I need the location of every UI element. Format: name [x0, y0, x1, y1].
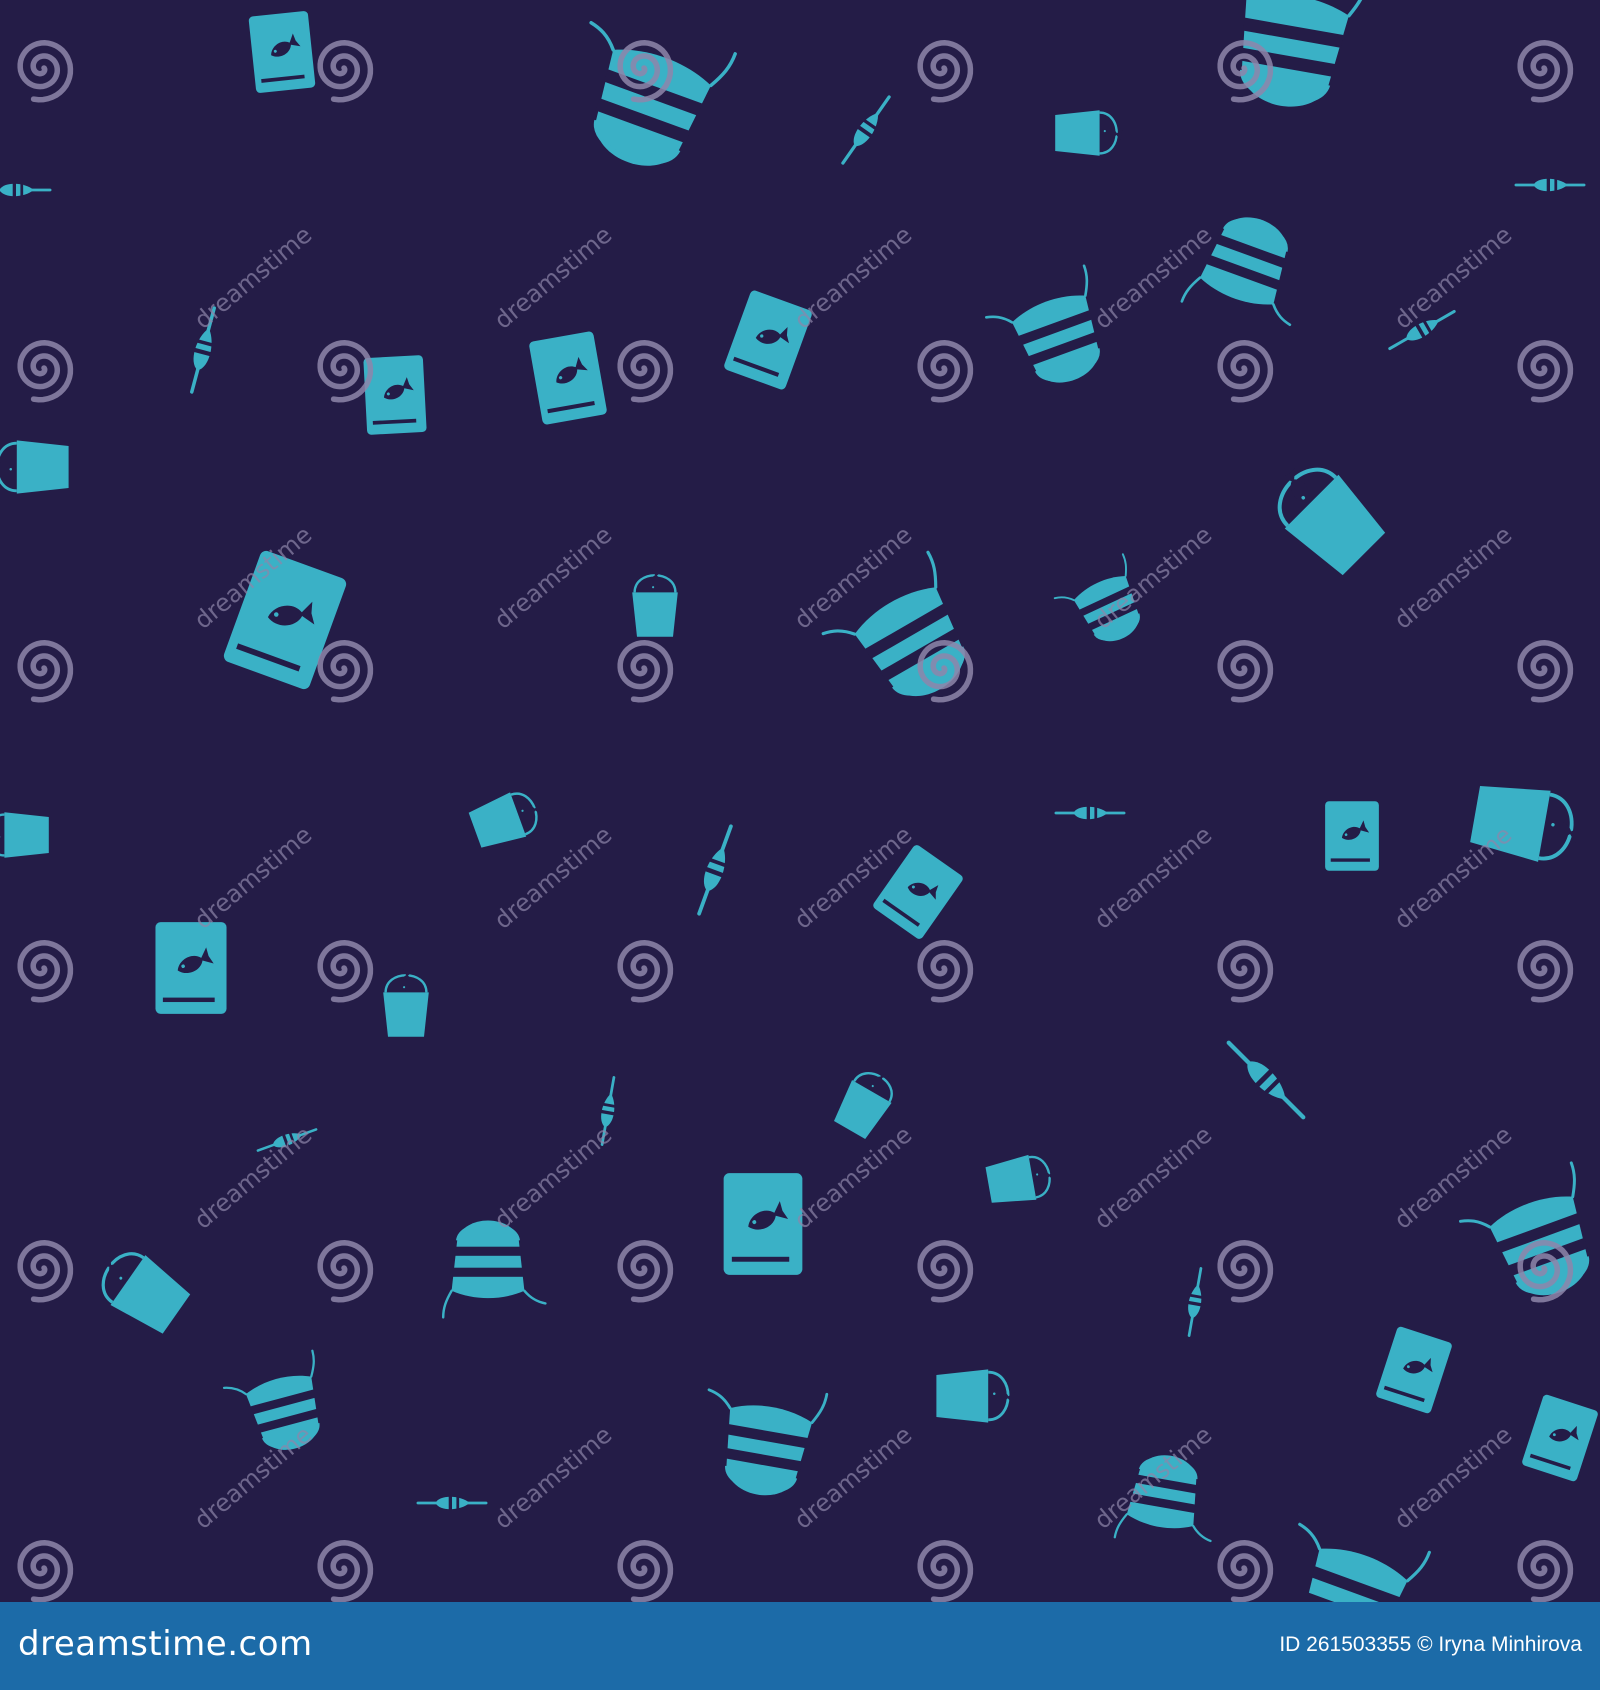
watermark-text: dreamstime	[489, 520, 617, 634]
watermark-text: dreamstime	[189, 1120, 317, 1234]
fish-card-icon	[1376, 1326, 1452, 1414]
watermark-text: dreamstime	[1389, 520, 1517, 634]
watermark-text: dreamstime	[1089, 220, 1217, 334]
fish-card-icon	[248, 11, 316, 93]
watermark-spiral-icon	[317, 1240, 374, 1303]
watermark-spiral-icon	[1217, 1240, 1274, 1303]
fish-bucket-icon	[936, 1369, 1016, 1423]
watermark-text: dreamstime	[789, 1420, 917, 1534]
watermark-spiral-icon	[617, 340, 674, 403]
watermark-spiral-icon	[617, 640, 674, 703]
watermark-spiral-icon	[1517, 940, 1574, 1003]
watermark-text: dreamstime	[489, 1420, 617, 1534]
watermark-spiral-icon	[17, 940, 74, 1003]
watermark-text: dreamstime	[1089, 1120, 1217, 1234]
watermark-spiral-icon	[17, 640, 74, 703]
fish-bucket-icon	[0, 440, 69, 494]
watermark-spiral-icon	[317, 340, 374, 403]
watermark-spiral-icon	[317, 1540, 374, 1602]
fishing-float-icon	[1226, 1040, 1306, 1120]
watermark-text: dreamstime	[1389, 820, 1517, 934]
fish-bucket-icon	[985, 1154, 1055, 1203]
watermark-spiral-icon	[617, 1540, 674, 1602]
watermark-text: dreamstime	[789, 1120, 917, 1234]
fishing-float-icon	[1514, 177, 1586, 193]
watermark-text: dreamstime	[189, 1420, 317, 1534]
fishing-float-icon	[0, 182, 52, 198]
watermark-text: dreamstime	[489, 220, 617, 334]
watermark-text: dreamstime	[189, 220, 317, 334]
fish-card-icon	[529, 331, 607, 425]
fishing-float-icon	[1054, 805, 1126, 821]
watermark-spiral-icon	[917, 940, 974, 1003]
fishing-float-icon	[841, 95, 891, 165]
watermark-spiral-icon	[1517, 640, 1574, 703]
stock-image-page: dreamstime dreamstime dreamstime dreamstime…	[0, 0, 1600, 1690]
fish-bucket-icon	[383, 969, 429, 1037]
watermark-spiral-icon	[317, 40, 374, 103]
image-id: ID 261503355	[1279, 1633, 1412, 1656]
watermark-spiral-icon	[917, 1240, 974, 1303]
fishing-float-icon	[697, 824, 733, 916]
landing-net-icon	[1180, 217, 1292, 327]
watermark-spiral-icon	[1517, 40, 1574, 103]
fish-bucket-icon	[100, 1252, 191, 1334]
watermark-spiral-icon	[617, 940, 674, 1003]
watermark-spiral-icon	[17, 340, 74, 403]
watermark-text: dreamstime	[1089, 520, 1217, 634]
fish-bucket-icon	[1055, 110, 1123, 156]
watermark-spiral-icon	[617, 1240, 674, 1303]
footer-logo[interactable]: dreamstime.com	[18, 1624, 313, 1664]
watermark-text: dreamstime	[1389, 1120, 1517, 1234]
landing-net-icon	[1218, 0, 1370, 107]
fish-card-icon	[723, 1173, 803, 1275]
fish-bucket-icon	[1277, 467, 1386, 576]
footer-credits: ID 261503355 © Iryna Minhirova	[1279, 1633, 1582, 1657]
landing-net-icon	[984, 264, 1100, 383]
watermark-spiral-icon	[17, 1540, 74, 1602]
fish-card-icon	[1522, 1394, 1598, 1482]
watermark-spiral-icon	[1217, 1540, 1274, 1602]
watermark-spiral-icon	[317, 640, 374, 703]
watermark-text: dreamstime	[1389, 1420, 1517, 1534]
watermark-spiral-icon	[1217, 940, 1274, 1003]
landing-net-icon	[441, 1220, 547, 1319]
watermark-spiral-icon	[917, 340, 974, 403]
fishing-float-icon	[416, 1495, 488, 1511]
watermark-text: dreamstime	[1389, 220, 1517, 334]
fishing-float-icon	[1187, 1267, 1203, 1337]
fish-card-icon	[155, 922, 227, 1014]
watermark-spiral-icon	[1217, 340, 1274, 403]
landing-net-icon	[1458, 1161, 1589, 1296]
pattern-canvas: dreamstime dreamstime dreamstime dreamstime…	[0, 0, 1598, 1602]
watermark-spiral-icon	[317, 940, 374, 1003]
seamless-pattern: dreamstime dreamstime dreamstime dreamstime…	[0, 0, 1600, 1602]
watermark-spiral-icon	[17, 1240, 74, 1303]
fish-bucket-icon	[468, 792, 542, 848]
landing-net-icon	[707, 1388, 829, 1496]
fish-bucket-icon	[0, 812, 49, 858]
fish-card-icon	[1325, 801, 1379, 871]
watermark-spiral-icon	[1517, 340, 1574, 403]
watermark-spiral-icon	[1217, 640, 1274, 703]
landing-net-icon	[589, 20, 737, 166]
watermark-text: dreamstime	[789, 220, 917, 334]
watermark-text: dreamstime	[489, 1120, 617, 1234]
watermark-spiral-icon	[17, 40, 74, 103]
copyright: © Iryna Minhirova	[1417, 1633, 1582, 1656]
watermark-text: dreamstime	[189, 820, 317, 934]
watermark-spiral-icon	[917, 40, 974, 103]
fish-bucket-icon	[632, 569, 678, 637]
watermark-text: dreamstime	[1089, 820, 1217, 934]
watermark-spiral-icon	[1517, 1540, 1574, 1602]
watermark-spiral-icon	[917, 1540, 974, 1602]
footer-bar: dreamstime.com ID 261503355 © Iryna Minh…	[0, 1602, 1600, 1690]
